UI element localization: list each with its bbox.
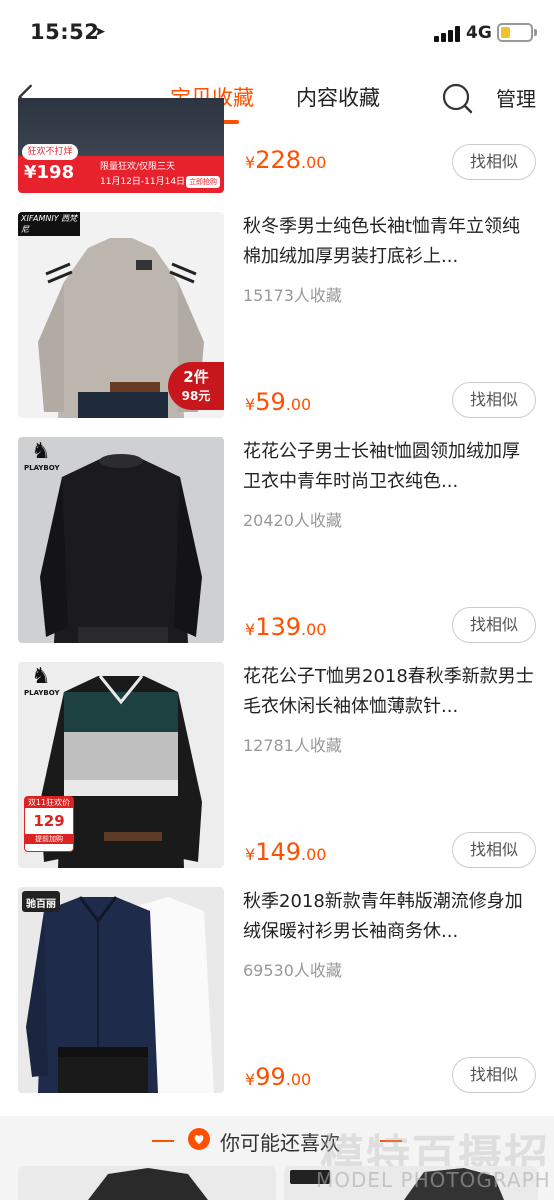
promo-line2: 11月12日-11月14日 [100,177,186,187]
item-title[interactable]: 花花公子T恤男2018春秋季新款男士毛衣休闲长袖体恤薄款针... [243,662,535,722]
promo-badge: 双11狂欢价 129 提前加购 [24,796,74,852]
product-shirt-graphic [26,896,214,1093]
bunny-icon: ♞ [31,664,51,689]
find-similar-button[interactable]: 找相似 [452,832,536,868]
item-title[interactable]: 秋季2018新款青年韩版潮流修身加绒保暖衬衫男长袖商务休... [243,887,535,947]
promo-badge: 2件 98元 [168,362,224,410]
item-price: ¥149.00 [245,838,327,866]
heart-icon [188,1128,210,1150]
list-item[interactable]: ♞ PLAYBOY 双11狂欢价 129 提前加购 花花公子T恤男2018春秋季… [0,662,554,887]
recommend-product-image[interactable] [18,1166,276,1200]
bunny-icon: ♞ [31,439,51,464]
brand-logo: ♞ PLAYBOY [24,439,60,472]
find-similar-button[interactable]: 找相似 [452,144,536,180]
find-similar-button[interactable]: 找相似 [452,1057,536,1093]
product-image[interactable]: 狂欢不打烊 ¥198 限量狂欢/仅限三天 11月12日-11月14日 立即抢购 [18,98,224,193]
battery-icon [497,23,537,42]
favorite-count: 69530人收藏 [243,961,342,980]
recommend-header: 你可能还喜欢 模特百摄招 [0,1116,554,1182]
list-item[interactable]: ♞ PLAYBOY 花花公子男士长袖t恤圆领加绒加厚卫衣中青年时尚卫衣纯色...… [0,437,554,662]
favorite-count: 15173人收藏 [243,286,342,305]
brand-logo: ♞ PLAYBOY [24,664,60,697]
recommend-grid: MODEL PHOTOGRAPH [0,1166,554,1200]
promo-tag: 狂欢不打烊 [22,144,78,160]
item-price: ¥59.00 [245,388,312,416]
item-title[interactable]: 花花公子男士长袖t恤圆领加绒加厚卫衣中青年时尚卫衣纯色... [243,437,535,497]
product-image[interactable]: ♞ PLAYBOY [18,437,224,643]
find-similar-button[interactable]: 找相似 [452,382,536,418]
list-item[interactable]: XIFAMNIY 西梵尼 2件 98元 秋冬季男士纯色长袖t恤青年立领纯棉加绒加… [0,212,554,437]
status-time: 15:52 [30,20,100,44]
list-item[interactable]: 驰百丽 秋季2018新款青年韩版潮流修身加绒保暖衬衫男长袖商务休... 6953… [0,887,554,1112]
promo-buy-button: 立即抢购 [186,176,220,188]
product-image[interactable]: XIFAMNIY 西梵尼 2件 98元 [18,212,224,418]
promo-line1: 限量狂欢/仅限三天 [100,162,176,172]
find-similar-button[interactable]: 找相似 [452,607,536,643]
brand-logo: XIFAMNIY 西梵尼 [18,212,80,236]
network-type: 4G [466,23,492,43]
status-bar: 15:52 ➤ 4G [0,0,554,68]
promo-price: 198 [36,162,75,183]
item-title[interactable]: 秋冬季男士纯色长袖t恤青年立领纯棉加绒加厚男装打底衫上... [243,212,535,272]
item-price: ¥139.00 [245,613,327,641]
favorite-count: 20420人收藏 [243,511,342,530]
location-arrow-icon: ➤ [94,24,106,40]
product-image[interactable]: 驰百丽 [18,887,224,1093]
item-price: ¥99.00 [245,1063,312,1091]
signal-icon [434,26,460,42]
brand-logo: 驰百丽 [22,891,60,912]
product-image[interactable]: ♞ PLAYBOY 双11狂欢价 129 提前加购 [18,662,224,868]
watermark-text: MODEL PHOTOGRAPH [316,1168,551,1192]
favorite-count: 12781人收藏 [243,736,342,755]
promo-banner: 狂欢不打烊 ¥198 限量狂欢/仅限三天 11月12日-11月14日 立即抢购 [18,144,224,193]
item-price: ¥228.00 [245,146,327,174]
divider-left [152,1140,174,1142]
